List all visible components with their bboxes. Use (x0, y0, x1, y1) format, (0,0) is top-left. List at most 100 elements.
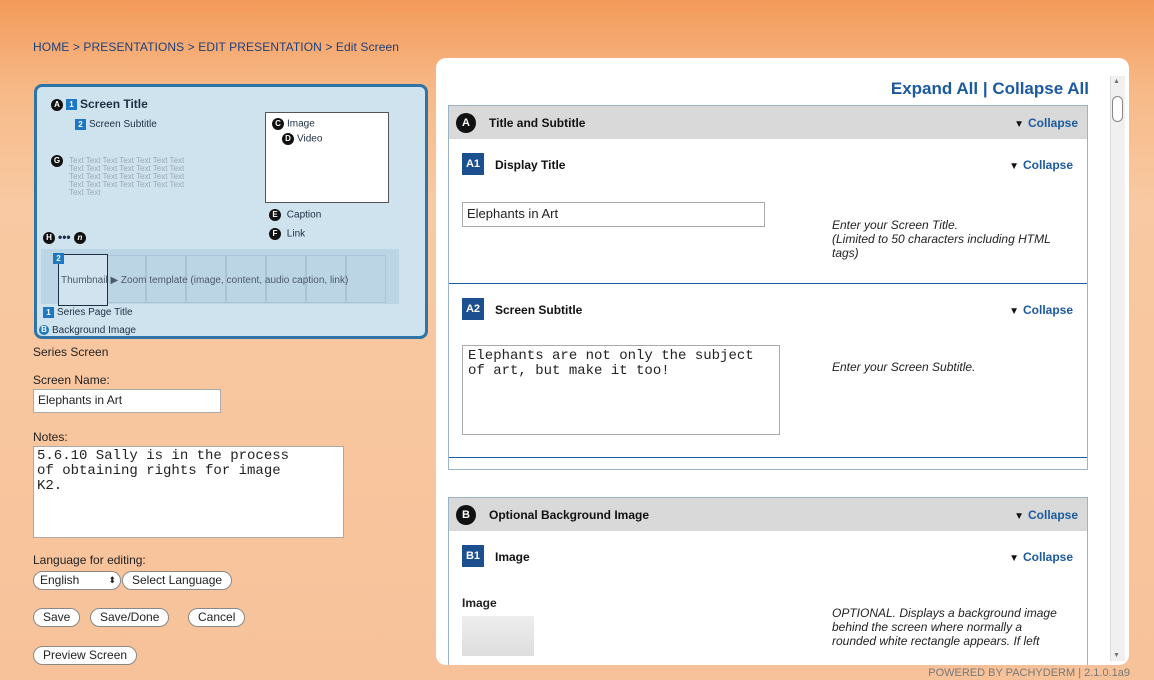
subsection-a2-badge: A2 (462, 298, 484, 320)
section-b-collapse[interactable]: ▼ Collapse (1014, 508, 1078, 522)
diagram-text-block: Text Text Text Text Text Text Text Text … (69, 156, 185, 197)
marker-f-icon: F (269, 228, 281, 240)
template-diagram: A 1 Screen Title 2 Screen Subtitle C Image D… (34, 84, 428, 339)
marker-n-icon: n (73, 231, 86, 244)
section-a-marker-icon: A (456, 113, 476, 133)
marker-b-icon: B (39, 325, 49, 336)
background-image-hint: OPTIONAL. Displays a background image be… (832, 606, 1057, 648)
diagram-label: Caption (286, 209, 322, 221)
language-select-value: English (40, 573, 80, 587)
marker-g-icon: G (51, 155, 63, 167)
section-a-header: A Title and Subtitle ▼ Collapse (449, 106, 1087, 139)
section-b-title: Optional Background Image (489, 508, 650, 522)
subsection-a1-badge: A1 (462, 153, 484, 175)
marker-c-icon: C (272, 118, 284, 130)
subsection-b1-title: Image (495, 550, 530, 564)
screen-name-label: Screen Name: (33, 373, 110, 387)
triangle-down-icon: ▼ (1009, 553, 1019, 564)
section-b-header: B Optional Background Image ▼ Collapse (449, 498, 1087, 531)
diagram-thumbnail-range: H ••• n (43, 230, 89, 244)
collapse-label: Collapse (1022, 158, 1073, 172)
screen-subtitle-textarea[interactable]: Elephants are not only the subject of ar… (462, 345, 780, 435)
diagram-label: Link (286, 228, 306, 240)
marker-h-icon: H (43, 231, 55, 244)
subsection-b1-badge: B1 (462, 545, 484, 567)
screen-name-input[interactable]: Elephants in Art (33, 389, 221, 413)
diagram-link: F Link (269, 228, 305, 240)
triangle-down-icon: ▼ (1009, 161, 1019, 172)
collapse-label: Collapse (1027, 116, 1078, 130)
scroll-up-icon[interactable]: ▲ (1113, 78, 1120, 85)
triangle-down-icon: ▼ (1014, 119, 1024, 130)
diagram-background: B Background Image (39, 325, 136, 336)
collapse-label: Collapse (1022, 550, 1073, 564)
diagram-image-box: C Image D Video (265, 112, 389, 203)
thumbnail-cell (346, 255, 386, 303)
diagram-video: D Video (282, 133, 322, 145)
marker-d-icon: D (282, 133, 294, 145)
expand-collapse-links: Expand All | Collapse All (891, 79, 1089, 99)
diagram-caption: E Caption (269, 209, 321, 221)
triangle-down-icon: ▼ (1009, 306, 1019, 317)
diagram-label: Background Image (52, 325, 136, 336)
subsection-display-title: A1 Display Title ▼ Collapse Elephants in … (449, 140, 1087, 284)
diagram-label: Series Page Title (57, 307, 133, 319)
subsection-a1-title: Display Title (495, 158, 566, 172)
image-field-label: Image (462, 596, 497, 610)
breadcrumb[interactable]: HOME > PRESENTATIONS > EDIT PRESENTATION… (33, 40, 399, 54)
image-thumbnail[interactable] (462, 616, 534, 656)
preview-screen-button[interactable]: Preview Screen (33, 646, 138, 665)
marker-1-icon: 1 (43, 307, 54, 318)
diagram-text-marker: G (51, 155, 66, 167)
diagram-screen-subtitle: 2 Screen Subtitle (75, 119, 157, 130)
collapse-label: Collapse (1022, 303, 1073, 317)
series-screen-label: Series Screen (33, 345, 109, 359)
thumbnail-caption: Thumbnail ▶ Zoom template (image, conten… (61, 275, 349, 286)
display-title-input[interactable]: Elephants in Art (462, 202, 765, 227)
triangle-down-icon: ▼ (1014, 511, 1024, 522)
subsection-b1-collapse[interactable]: ▼ Collapse (1009, 550, 1073, 564)
diagram-screen-title: A 1 Screen Title (51, 97, 148, 111)
scrollbar-thumb[interactable] (1112, 96, 1123, 122)
subsection-screen-subtitle: A2 Screen Subtitle ▼ Collapse Elephants a… (449, 284, 1087, 458)
display-title-hint: Enter your Screen Title. (Limited to 50 … (832, 218, 1051, 260)
section-a-title: Title and Subtitle (489, 116, 586, 130)
marker-e-icon: E (269, 209, 281, 221)
collapse-label: Collapse (1027, 508, 1078, 522)
section-a-collapse[interactable]: ▼ Collapse (1014, 116, 1078, 130)
cancel-button[interactable]: Cancel (188, 608, 246, 627)
diagram-image: C Image (272, 118, 315, 130)
save-button[interactable]: Save (33, 608, 81, 627)
diagram-label: Video (297, 133, 323, 145)
section-background-image: B Optional Background Image ▼ Collapse B1… (448, 497, 1088, 665)
notes-textarea[interactable]: 5.6.10 Sally is in the process of obtain… (33, 446, 344, 538)
collapse-all-link[interactable]: Collapse All (992, 79, 1089, 98)
expand-all-link[interactable]: Expand All (891, 79, 978, 98)
diagram-label: Image (287, 118, 315, 130)
language-select[interactable]: English ⬍ (33, 571, 121, 590)
notes-label: Notes: (33, 430, 68, 444)
subsection-a2-title: Screen Subtitle (495, 303, 583, 317)
save-done-button[interactable]: Save/Done (90, 608, 170, 627)
marker-2-icon: 2 (75, 119, 86, 130)
dots: ••• (58, 230, 71, 244)
vertical-scrollbar[interactable]: ▲ ▼ (1110, 76, 1125, 661)
diagram-label: Screen Subtitle (89, 119, 157, 131)
select-language-button[interactable]: Select Language (122, 571, 233, 590)
section-b-marker-icon: B (456, 505, 476, 525)
language-label: Language for editing: (33, 553, 146, 567)
screen-subtitle-hint: Enter your Screen Subtitle. (832, 360, 976, 374)
marker-1-icon: 1 (66, 99, 77, 111)
edit-panel: Expand All | Collapse All A Title and Su… (436, 58, 1129, 665)
diagram-thumbnail-row: 2 Thumbnail ▶ Zoom template (image, cont… (41, 249, 399, 306)
powered-by-footer: POWERED BY PACHYDERM | 2.1.0.1a9 (928, 667, 1130, 679)
separator: | (982, 79, 988, 98)
scroll-down-icon[interactable]: ▼ (1113, 652, 1120, 659)
marker-a-icon: A (51, 98, 63, 111)
diagram-label: Screen Title (80, 97, 148, 111)
diagram-series-title: 1 Series Page Title (43, 307, 133, 318)
marker-2-icon: 2 (53, 253, 64, 264)
section-title-subtitle: A Title and Subtitle ▼ Collapse A1 Displa… (448, 105, 1088, 470)
subsection-a2-collapse[interactable]: ▼ Collapse (1009, 303, 1073, 317)
subsection-a1-collapse[interactable]: ▼ Collapse (1009, 158, 1073, 172)
